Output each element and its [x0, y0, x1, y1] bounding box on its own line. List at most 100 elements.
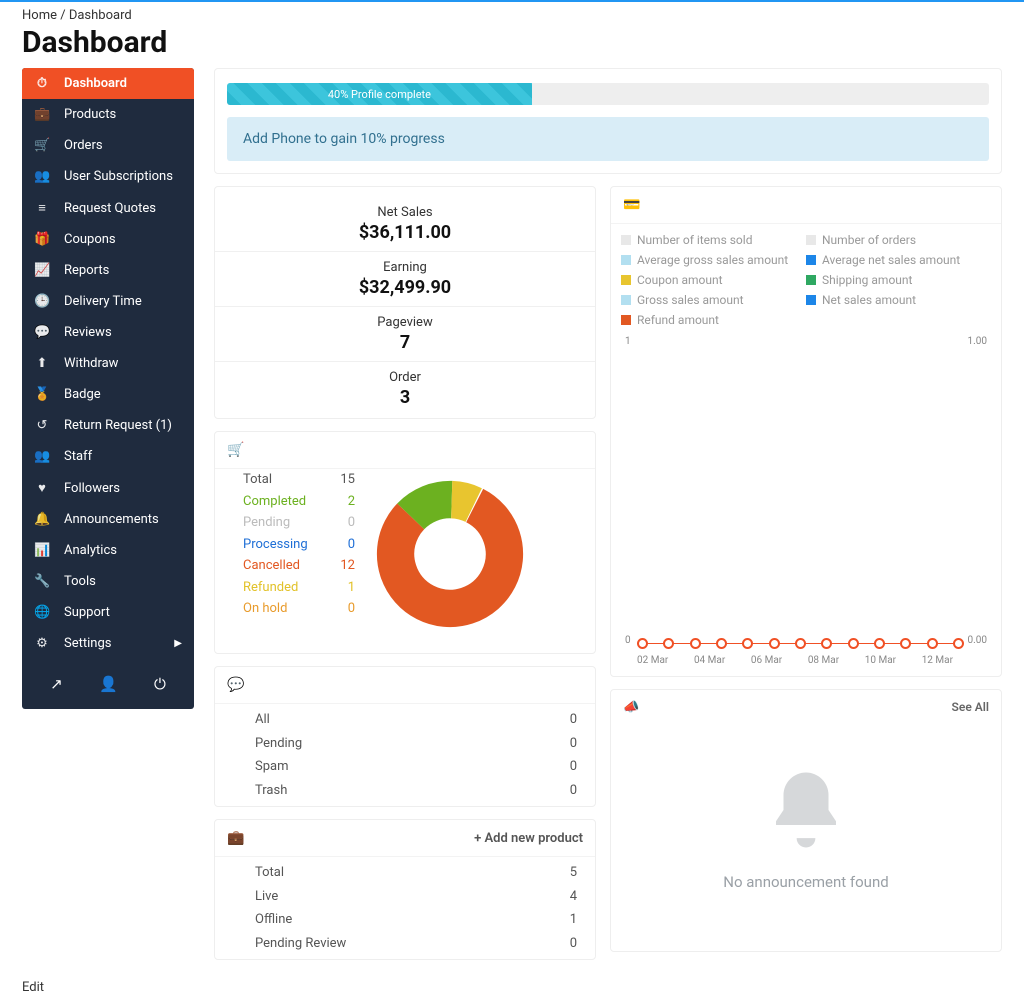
orders-donut-chart	[365, 469, 535, 639]
sidebar-item-label: Settings	[64, 636, 111, 651]
undo-icon: ↺	[34, 418, 50, 433]
breadcrumb: Home / Dashboard	[0, 6, 1024, 25]
heart-icon: ♥	[34, 480, 50, 496]
legend-item[interactable]: Gross sales amount	[621, 290, 806, 310]
alert-add-phone[interactable]: Add Phone to gain 10% progress	[227, 117, 989, 161]
legend-item[interactable]: Number of orders	[806, 230, 991, 250]
cart-icon: 🛒	[227, 442, 244, 458]
stat-label: Net Sales	[215, 205, 595, 220]
chart-point	[953, 638, 964, 649]
comments-icon: 💬	[227, 677, 244, 693]
sidebar-item-reviews[interactable]: 💬 Reviews	[22, 317, 194, 348]
stat-label: Earning	[215, 260, 595, 275]
award-icon: 🏅	[34, 387, 50, 402]
sidebar-item-label: Return Request (1)	[64, 418, 172, 433]
sidebar-item-label: Delivery Time	[64, 294, 142, 309]
x-tick: 12 Mar	[922, 655, 953, 666]
sidebar: ⏱ Dashboard 💼 Products 🛒Orders👥User Subscrip…	[22, 68, 194, 709]
chart-point	[637, 638, 648, 649]
sidebar-item-label: Staff	[64, 449, 92, 464]
sidebar-item-label: Request Quotes	[64, 201, 156, 216]
sidebar-item-delivery-time[interactable]: 🕒 Delivery Time	[22, 286, 194, 317]
sidebar-item-label: Orders	[64, 138, 103, 153]
sidebar-item-badge[interactable]: 🏅Badge	[22, 379, 194, 410]
sidebar-item-label: Reviews	[64, 325, 112, 340]
wrench-icon: 🔧	[34, 574, 50, 589]
edit-link[interactable]: Edit	[22, 980, 44, 995]
chart-point	[874, 638, 885, 649]
chart-point	[690, 638, 701, 649]
see-all-link[interactable]: See All	[952, 700, 989, 715]
sidebar-item-label: Announcements	[64, 512, 159, 527]
x-tick: 10 Mar	[865, 655, 896, 666]
dashboard-icon: ⏱	[34, 76, 50, 91]
x-tick: 04 Mar	[694, 655, 725, 666]
list-item: Completed2	[243, 491, 355, 513]
list-icon: ≡	[34, 200, 50, 216]
sidebar-item-staff[interactable]: 👥Staff	[22, 441, 194, 472]
breadcrumb-home[interactable]: Home	[22, 8, 57, 23]
legend-item[interactable]: Average net sales amount	[806, 250, 991, 270]
gear-icon: ⚙	[34, 636, 50, 651]
sidebar-item-label: Dashboard	[64, 76, 127, 91]
add-new-product-link[interactable]: + Add new product	[474, 831, 583, 846]
breadcrumb-current: Dashboard	[69, 8, 132, 23]
list-item: Spam0	[215, 755, 595, 779]
legend-item[interactable]: Shipping amount	[806, 270, 991, 290]
chart-point	[769, 638, 780, 649]
legend-item[interactable]: Refund amount	[621, 310, 806, 330]
list-item: Total5	[215, 861, 595, 885]
products-card: 💼 + Add new product Total5Live4Offline1P…	[214, 819, 596, 960]
chart-point	[900, 638, 911, 649]
sidebar-item-label: Analytics	[64, 543, 117, 558]
legend-item[interactable]: Average gross sales amount	[621, 250, 806, 270]
list-item: Live4	[215, 885, 595, 909]
share-icon[interactable]: ↗	[50, 675, 63, 693]
sidebar-item-request-quotes[interactable]: ≡ Request Quotes	[22, 192, 194, 224]
analytics-icon: 📊	[34, 543, 50, 558]
comments-icon: 💬	[34, 325, 50, 340]
sidebar-item-analytics[interactable]: 📊 Analytics	[22, 535, 194, 566]
list-item: Offline1	[215, 908, 595, 932]
sidebar-item-settings[interactable]: ⚙Settings▶	[22, 628, 194, 659]
briefcase-icon: 💼	[34, 107, 50, 122]
list-item: Cancelled12	[243, 555, 355, 577]
sidebar-item-followers[interactable]: ♥Followers	[22, 472, 194, 504]
sidebar-item-label: Products	[64, 107, 116, 122]
legend-item[interactable]: Net sales amount	[806, 290, 991, 310]
sidebar-item-user-subscriptions[interactable]: 👥User Subscriptions	[22, 161, 194, 192]
comments-card: 💬 All0Pending0Spam0Trash0	[214, 666, 596, 807]
legend-item[interactable]: Number of items sold	[621, 230, 806, 250]
stat-value: 3	[215, 387, 595, 408]
sidebar-item-tools[interactable]: 🔧 Tools	[22, 566, 194, 597]
clock-icon: 🕒	[34, 294, 50, 309]
sidebar-item-withdraw[interactable]: ⬆Withdraw	[22, 348, 194, 379]
sidebar-item-announcements[interactable]: 🔔Announcements	[22, 504, 194, 535]
sidebar-item-label: Tools	[64, 574, 96, 589]
megaphone-icon: 📣	[623, 700, 639, 715]
sidebar-item-coupons[interactable]: 🎁Coupons	[22, 224, 194, 255]
chart-legend: Number of items soldAverage gross sales …	[611, 224, 1001, 336]
sidebar-item-orders[interactable]: 🛒Orders	[22, 130, 194, 161]
sidebar-item-label: User Subscriptions	[64, 169, 173, 184]
x-tick: 06 Mar	[751, 655, 782, 666]
sidebar-item-return-request-1-[interactable]: ↺ Return Request (1)	[22, 410, 194, 441]
announcements-card: 📣 See All No announcement found	[610, 689, 1002, 952]
x-tick: 08 Mar	[808, 655, 839, 666]
chart-point	[927, 638, 938, 649]
stats-card: Net Sales$36,111.00Earning$32,499.90Page…	[214, 186, 596, 419]
list-item: Pending Review0	[215, 932, 595, 956]
sidebar-item-reports[interactable]: 📈Reports	[22, 255, 194, 286]
user-icon[interactable]: 👤	[99, 675, 118, 693]
legend-item[interactable]: Coupon amount	[621, 270, 806, 290]
progress-fill: 40% Profile complete	[227, 83, 532, 105]
list-item: On hold0	[243, 598, 355, 620]
stat-value: $36,111.00	[215, 222, 595, 243]
profile-progress-card: 40% Profile complete Add Phone to gain 1…	[214, 68, 1002, 174]
sidebar-item-support[interactable]: 🌐Support	[22, 597, 194, 628]
sidebar-item-dashboard[interactable]: ⏱ Dashboard	[22, 68, 194, 99]
page-title: Dashboard	[0, 25, 1024, 68]
power-icon[interactable]: ⏻	[154, 675, 166, 693]
sidebar-item-products[interactable]: 💼 Products	[22, 99, 194, 130]
stat-label: Order	[215, 370, 595, 385]
